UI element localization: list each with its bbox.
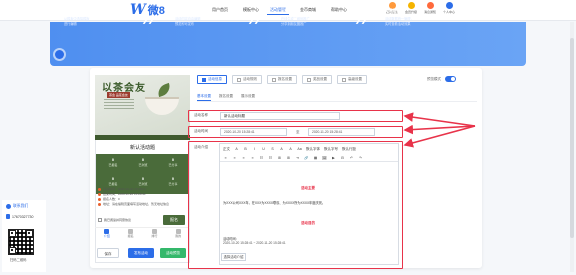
preview-tabbar: 介绍 报名 排行 我的 xyxy=(95,227,190,239)
qr-label: 扫码二维码 xyxy=(10,258,27,262)
leaf-decoration xyxy=(155,82,173,98)
editor-top-tabs: 活动信息 活动规则 报名设置 奖品设置 高级设置 xyxy=(197,75,367,85)
poster-image[interactable]: 以茶会友 茶会 品茗会友 xyxy=(95,75,190,135)
toolbar-button[interactable]: ↷ xyxy=(358,155,363,162)
phone-icon xyxy=(6,214,10,219)
stat-cell: 0 已分享 xyxy=(168,176,178,186)
stat-cell: 0 已浏览 xyxy=(138,176,148,186)
step-3: 3.推广活动 在线生成二维码推广 分享到朋友圈推广 xyxy=(281,8,310,26)
qr-code xyxy=(8,229,34,255)
annotation-arrows xyxy=(403,112,476,148)
editor-toolbar: 正文 A B I U S A A Aa 默认字体 默认字号 默认行距 ≡ ≡ ≡ ≡ ☷ ☷ ⊞ ⊞ ⇥ 🔗 ▦ 🖼 ▶ ⊟ ↶ ↷ xyxy=(220,144,398,162)
toolbar-button[interactable]: 默认字号 xyxy=(324,146,338,153)
step-arrow-icon: ❯❯ xyxy=(355,17,367,24)
preview-button[interactable]: 活动预览 xyxy=(160,248,186,258)
activity-name-input[interactable]: 新认活动标题 xyxy=(220,112,340,120)
choose-template-button[interactable]: 选择活动介绍 xyxy=(221,253,246,261)
contact-us[interactable]: 联系我们 xyxy=(6,204,28,209)
toolbar-button[interactable]: ↶ xyxy=(349,155,354,162)
name-label: 活动名称 xyxy=(194,113,208,117)
toolbar-button[interactable]: ≡ xyxy=(250,155,255,162)
info-row: 地址：请在编辑页面填写活动地址，暂无地址信息 xyxy=(98,202,188,206)
content-heading-2: 活动目的 xyxy=(301,221,315,225)
content-heading-1: 活动主要 xyxy=(301,186,315,190)
arrow-to-name xyxy=(403,112,476,127)
preview-toggle[interactable] xyxy=(445,76,456,82)
toolbar-button[interactable]: U xyxy=(261,146,266,153)
subtab-signup[interactable]: 报名设置 xyxy=(219,92,233,101)
time-label: 活动时间 xyxy=(194,129,208,133)
toolbar-button[interactable]: 默认行距 xyxy=(342,146,356,153)
step-4: 4.活动数据 活动数据统一管理， 实时查看活动效果 xyxy=(385,8,414,26)
toolbar-button[interactable]: 🖼 xyxy=(322,155,327,162)
poster-badge: 茶会 品茗会友 xyxy=(107,92,130,98)
toolbar-button[interactable]: ≡ xyxy=(232,155,237,162)
subtab-display[interactable]: 展示设置 xyxy=(241,92,255,101)
preview-tab-signup[interactable]: 报名 xyxy=(122,228,140,239)
start-time-input[interactable]: 2020-10-20 15:28:41 xyxy=(220,128,287,136)
time-separator: 至 xyxy=(296,130,300,134)
toolbar-button[interactable]: I xyxy=(252,146,257,153)
toolbar-button[interactable]: Aa xyxy=(297,146,302,153)
contact-phone: 17670327730 xyxy=(6,214,33,219)
checkbox-icon xyxy=(98,218,102,222)
stat-cell: 0 已浏览 xyxy=(138,157,148,167)
toolbar-button[interactable]: B xyxy=(243,146,248,153)
toolbar-button[interactable]: ☷ xyxy=(268,155,273,162)
toolbar-button[interactable]: A xyxy=(288,146,293,153)
toolbar-button[interactable]: 🔗 xyxy=(304,155,309,162)
toolbar-button[interactable]: A xyxy=(234,146,239,153)
floating-dot-icon[interactable] xyxy=(55,50,64,59)
preview-tab-mine[interactable]: 我的 xyxy=(169,228,187,239)
toolbar-button[interactable]: 正文 xyxy=(223,146,230,153)
chat-icon xyxy=(6,204,11,209)
stat-cell: 0 已报名 xyxy=(108,176,118,186)
step-2: 2.活动编辑 活动内容自由编辑 预览即可发布 xyxy=(175,8,201,26)
toolbar-button[interactable]: ⇥ xyxy=(295,155,300,162)
toolbar-button[interactable]: S xyxy=(270,146,275,153)
tab-activity-rules[interactable]: 活动规则 xyxy=(232,75,262,84)
end-time-input[interactable]: 2020-11-20 15:28:41 xyxy=(308,128,375,136)
tab-signup-settings[interactable]: 报名设置 xyxy=(267,75,297,84)
preview-mode: 预览模式 xyxy=(427,76,456,82)
toolbar-button[interactable]: ⊞ xyxy=(277,155,282,162)
subtab-basic[interactable]: 基本设置 xyxy=(197,92,211,101)
activity-title: 新认活动题 xyxy=(129,145,155,151)
step-1: 1.活动模板 从模板中选择模板 进行编辑 xyxy=(64,8,90,26)
stat-cell: 0 已报名 xyxy=(108,157,118,167)
tab-prize-settings[interactable]: 奖品设置 xyxy=(302,75,332,84)
info-row: 报名人数：0 xyxy=(98,197,188,201)
scrollbar-thumb[interactable] xyxy=(570,38,574,238)
content-paragraph-1: 为XXX公司XXX年，在XXX为XXXX联欢、为XXXX所为XXXX年度庆祝。 xyxy=(223,201,326,205)
stat-cell: 0 已分享 xyxy=(168,157,178,167)
signup-button[interactable]: 报名 xyxy=(163,215,185,225)
step-arrow-icon: ❯❯ xyxy=(142,17,154,24)
content-paragraph-3: 2020-10-20 15:28:41 ~ 2020-11-20 15:28:4… xyxy=(223,241,286,245)
publish-button[interactable]: 发布活动 xyxy=(128,248,154,258)
toolbar-button[interactable]: 默认字体 xyxy=(306,146,320,153)
toolbar-button[interactable]: ▶ xyxy=(331,155,336,162)
teacup-decoration xyxy=(145,97,179,115)
poster-decoration xyxy=(104,99,134,111)
preview-tab-intro[interactable]: 介绍 xyxy=(98,228,116,239)
info-row: 活动时间：2020-10-20 15:28:41 xyxy=(98,187,188,191)
step-arrow-icon: ❯❯ xyxy=(248,17,260,24)
toolbar-button[interactable]: ⊞ xyxy=(286,155,291,162)
save-button[interactable]: 保存 xyxy=(97,248,119,258)
toolbar-button[interactable]: ⊟ xyxy=(340,155,345,162)
poster-strip xyxy=(95,135,190,140)
preview-tab-rank[interactable]: 排行 xyxy=(145,228,163,239)
editor-sub-tabs: 基本设置 报名设置 展示设置 xyxy=(197,92,255,101)
tab-advanced-settings[interactable]: 高级设置 xyxy=(337,75,367,84)
toolbar-button[interactable]: ▦ xyxy=(313,155,318,162)
toolbar-button[interactable]: ≡ xyxy=(223,155,228,162)
toolbar-button[interactable]: A xyxy=(279,146,284,153)
tab-activity-info[interactable]: 活动信息 xyxy=(197,75,227,84)
toolbar-button[interactable]: ≡ xyxy=(241,155,246,162)
divider xyxy=(197,101,477,102)
toolbar-button[interactable]: ☷ xyxy=(259,155,264,162)
content-label: 活动介绍 xyxy=(194,145,208,149)
info-row: 结束时间：2020-11-20 15:28:41 xyxy=(98,192,188,196)
